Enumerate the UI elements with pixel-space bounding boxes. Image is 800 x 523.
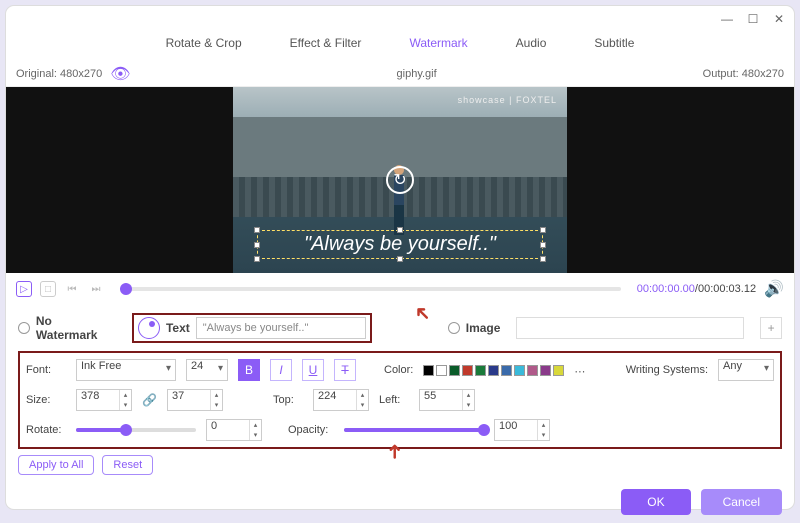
image-watermark-label: Image bbox=[466, 321, 501, 335]
no-watermark-label: No Watermark bbox=[36, 314, 116, 342]
watermark-type-row: No Watermark Text ➜ Image + bbox=[6, 305, 794, 351]
text-watermark-option[interactable]: Text bbox=[138, 317, 190, 339]
italic-toggle[interactable]: I bbox=[270, 359, 292, 381]
resize-handle[interactable] bbox=[254, 256, 260, 262]
playback-controls: ▷ □ ⏮ ⏭ 00:00:00.00/00:00:03.12 🔊 bbox=[6, 273, 794, 305]
opacity-input[interactable]: 100▴▾ bbox=[494, 419, 550, 441]
color-swatch[interactable] bbox=[514, 365, 525, 376]
left-input[interactable]: 55▴▾ bbox=[419, 389, 475, 411]
video-editor-window: — ☐ ✕ Rotate & Crop Effect & Filter Wate… bbox=[6, 6, 794, 509]
radio-icon bbox=[18, 322, 30, 334]
rotate-label: Rotate: bbox=[26, 424, 66, 436]
reset-button[interactable]: Reset bbox=[102, 455, 153, 475]
text-watermark-group: Text bbox=[132, 313, 372, 343]
image-path-field[interactable] bbox=[516, 317, 744, 339]
resize-handle[interactable] bbox=[254, 227, 260, 233]
minimize-button[interactable]: — bbox=[720, 12, 734, 26]
filename-label: giphy.gif bbox=[131, 68, 703, 80]
output-resolution: Output: 480x270 bbox=[703, 68, 784, 80]
stop-button[interactable]: □ bbox=[40, 281, 56, 297]
apply-all-button[interactable]: Apply to All bbox=[18, 455, 94, 475]
width-input[interactable]: 378▴▾ bbox=[76, 389, 132, 411]
opacity-slider[interactable] bbox=[344, 428, 484, 432]
action-buttons: Apply to All Reset ➜ bbox=[6, 449, 794, 481]
tab-effect-filter[interactable]: Effect & Filter bbox=[280, 32, 372, 54]
color-swatch[interactable] bbox=[553, 365, 564, 376]
text-watermark-label: Text bbox=[166, 321, 190, 335]
add-image-button[interactable]: + bbox=[760, 317, 782, 339]
opacity-label: Opacity: bbox=[288, 424, 334, 436]
rotate-input[interactable]: 0▴▾ bbox=[206, 419, 262, 441]
maximize-button[interactable]: ☐ bbox=[746, 12, 760, 26]
video-preview: showcase | FOXTEL ↻ "Always be yourself.… bbox=[6, 87, 794, 273]
color-label: Color: bbox=[384, 364, 413, 376]
font-size-select[interactable]: 24 bbox=[186, 359, 228, 381]
seek-thumb[interactable] bbox=[120, 283, 132, 295]
video-frame[interactable]: showcase | FOXTEL ↻ "Always be yourself.… bbox=[233, 87, 567, 273]
volume-icon[interactable]: 🔊 bbox=[764, 279, 784, 299]
resize-handle[interactable] bbox=[254, 242, 260, 248]
left-label: Left: bbox=[379, 394, 409, 406]
next-frame-button[interactable]: ⏭ bbox=[88, 281, 104, 297]
resize-handle[interactable] bbox=[540, 242, 546, 248]
meta-bar: Original: 480x270 👁 giphy.gif Output: 48… bbox=[6, 62, 794, 87]
bold-toggle[interactable]: B bbox=[238, 359, 260, 381]
writing-systems-label: Writing Systems: bbox=[626, 364, 708, 376]
editor-tabs: Rotate & Crop Effect & Filter Watermark … bbox=[6, 32, 794, 62]
tab-rotate-crop[interactable]: Rotate & Crop bbox=[156, 32, 252, 54]
tab-watermark[interactable]: Watermark bbox=[399, 32, 477, 54]
prev-frame-button[interactable]: ⏮ bbox=[64, 281, 80, 297]
close-button[interactable]: ✕ bbox=[772, 12, 786, 26]
color-swatch[interactable] bbox=[475, 365, 486, 376]
color-swatch[interactable] bbox=[449, 365, 460, 376]
dialog-footer: OK Cancel bbox=[6, 481, 794, 523]
height-input[interactable]: 37▴▾ bbox=[167, 389, 223, 411]
top-input[interactable]: 224▴▾ bbox=[313, 389, 369, 411]
radio-icon bbox=[138, 317, 160, 339]
color-swatch[interactable] bbox=[462, 365, 473, 376]
resize-handle[interactable] bbox=[397, 227, 403, 233]
radio-icon bbox=[448, 322, 460, 334]
color-swatch[interactable] bbox=[527, 365, 538, 376]
source-watermark: showcase | FOXTEL bbox=[458, 95, 557, 105]
play-button[interactable]: ▷ bbox=[16, 281, 32, 297]
watermark-properties: Font: Ink Free 24 B I U T Color: ⋯ Writi… bbox=[18, 351, 782, 449]
no-watermark-option[interactable]: No Watermark bbox=[18, 314, 116, 342]
color-swatch[interactable] bbox=[501, 365, 512, 376]
color-swatch[interactable] bbox=[488, 365, 499, 376]
font-label: Font: bbox=[26, 364, 66, 376]
preview-toggle-icon[interactable]: 👁 bbox=[110, 64, 130, 84]
seek-slider[interactable] bbox=[120, 287, 621, 291]
top-label: Top: bbox=[273, 394, 303, 406]
ok-button[interactable]: OK bbox=[621, 489, 690, 515]
resize-handle[interactable] bbox=[540, 227, 546, 233]
time-display: 00:00:00.00/00:00:03.12 bbox=[637, 283, 756, 295]
watermark-text-content: "Always be yourself.." bbox=[304, 233, 496, 255]
underline-toggle[interactable]: U bbox=[302, 359, 324, 381]
writing-systems-select[interactable]: Any bbox=[718, 359, 774, 381]
font-select[interactable]: Ink Free bbox=[76, 359, 176, 381]
tab-audio[interactable]: Audio bbox=[506, 32, 557, 54]
image-watermark-option[interactable]: Image bbox=[448, 321, 501, 335]
cancel-button[interactable]: Cancel bbox=[701, 489, 782, 515]
color-swatch[interactable] bbox=[436, 365, 447, 376]
resize-handle[interactable] bbox=[397, 256, 403, 262]
watermark-text-overlay[interactable]: "Always be yourself.." bbox=[257, 230, 543, 259]
tab-subtitle[interactable]: Subtitle bbox=[584, 32, 644, 54]
original-resolution: Original: 480x270 bbox=[16, 68, 102, 80]
color-swatch[interactable] bbox=[423, 365, 434, 376]
resize-handle[interactable] bbox=[540, 256, 546, 262]
watermark-text-input[interactable] bbox=[196, 317, 366, 339]
color-swatch[interactable] bbox=[540, 365, 551, 376]
more-colors-icon[interactable]: ⋯ bbox=[574, 365, 586, 376]
rotate-slider[interactable] bbox=[76, 428, 196, 432]
refresh-icon[interactable]: ↻ bbox=[386, 166, 414, 194]
color-swatches bbox=[423, 365, 564, 376]
strike-toggle[interactable]: T bbox=[334, 359, 356, 381]
titlebar: — ☐ ✕ bbox=[6, 6, 794, 32]
link-aspect-icon[interactable]: 🔗 bbox=[142, 393, 157, 407]
size-label: Size: bbox=[26, 394, 66, 406]
